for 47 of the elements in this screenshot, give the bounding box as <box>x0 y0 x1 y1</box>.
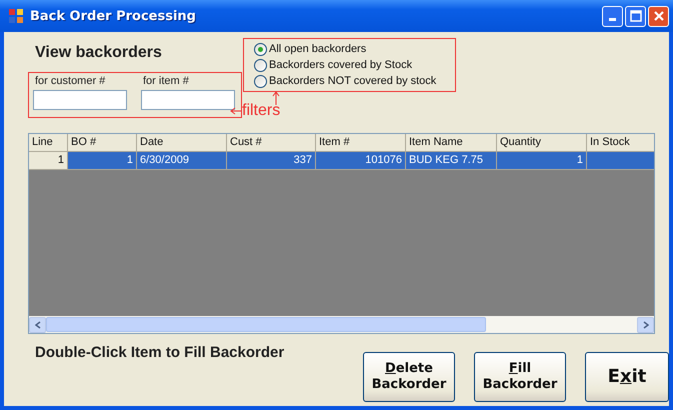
radio-button[interactable] <box>254 42 267 56</box>
column-header[interactable]: In Stock <box>587 134 654 152</box>
column-header[interactable]: Item # <box>316 134 406 152</box>
maximize-button[interactable] <box>625 6 646 26</box>
minimize-icon <box>609 18 616 21</box>
scroll-thumb[interactable] <box>46 316 486 332</box>
heading: View backorders <box>35 44 163 63</box>
field-label: for customer # <box>35 75 106 87</box>
scroll-right-button[interactable] <box>637 316 654 332</box>
radio-option[interactable]: All open backorders <box>254 41 455 57</box>
table-cell: 1 <box>68 152 137 170</box>
column-header[interactable]: Cust # <box>227 134 316 152</box>
app-icon <box>8 8 24 24</box>
table-cell <box>587 152 654 170</box>
column-header[interactable]: Line <box>29 134 68 152</box>
table-row[interactable]: 1 1 6/30/2009 337 101076 BUD KEG 7.75 1 <box>29 152 654 170</box>
action-button[interactable]: Fill Backorder <box>474 352 566 402</box>
horizontal-scrollbar[interactable] <box>29 316 654 333</box>
field-label: for item # <box>143 75 190 87</box>
action-button[interactable]: Exit <box>585 352 669 402</box>
column-header[interactable]: Item Name <box>406 134 497 152</box>
chevron-left-icon <box>34 320 40 328</box>
close-icon <box>652 10 664 22</box>
window-title: Back Order Processing <box>30 8 197 24</box>
annotation-label: filters <box>242 102 280 120</box>
column-header[interactable]: BO # <box>68 134 137 152</box>
radio-option[interactable]: Backorders NOT covered by stock <box>254 73 455 89</box>
customer-field[interactable] <box>33 90 127 110</box>
table-cell: 1 <box>497 152 587 170</box>
table-cell: 1 <box>29 152 68 170</box>
table-cell: BUD KEG 7.75 <box>406 152 497 170</box>
maximize-icon <box>630 10 642 22</box>
table-cell: 337 <box>227 152 316 170</box>
column-header[interactable]: Date <box>137 134 227 152</box>
table-cell: 6/30/2009 <box>137 152 227 170</box>
column-header[interactable]: Quantity <box>497 134 587 152</box>
instruction-text: Double-Click Item to Fill Backorder <box>35 344 284 363</box>
table-cell: 101076 <box>316 152 406 170</box>
radio-button[interactable] <box>254 74 267 88</box>
minimize-button[interactable] <box>602 6 623 26</box>
close-button[interactable] <box>648 6 669 26</box>
item-field[interactable] <box>141 90 235 110</box>
radio-button[interactable] <box>254 58 267 72</box>
chevron-right-icon <box>642 320 648 328</box>
radio-option[interactable]: Backorders covered by Stock <box>254 57 455 73</box>
scroll-left-button[interactable] <box>29 316 46 332</box>
action-button[interactable]: Delete Backorder <box>363 352 455 402</box>
